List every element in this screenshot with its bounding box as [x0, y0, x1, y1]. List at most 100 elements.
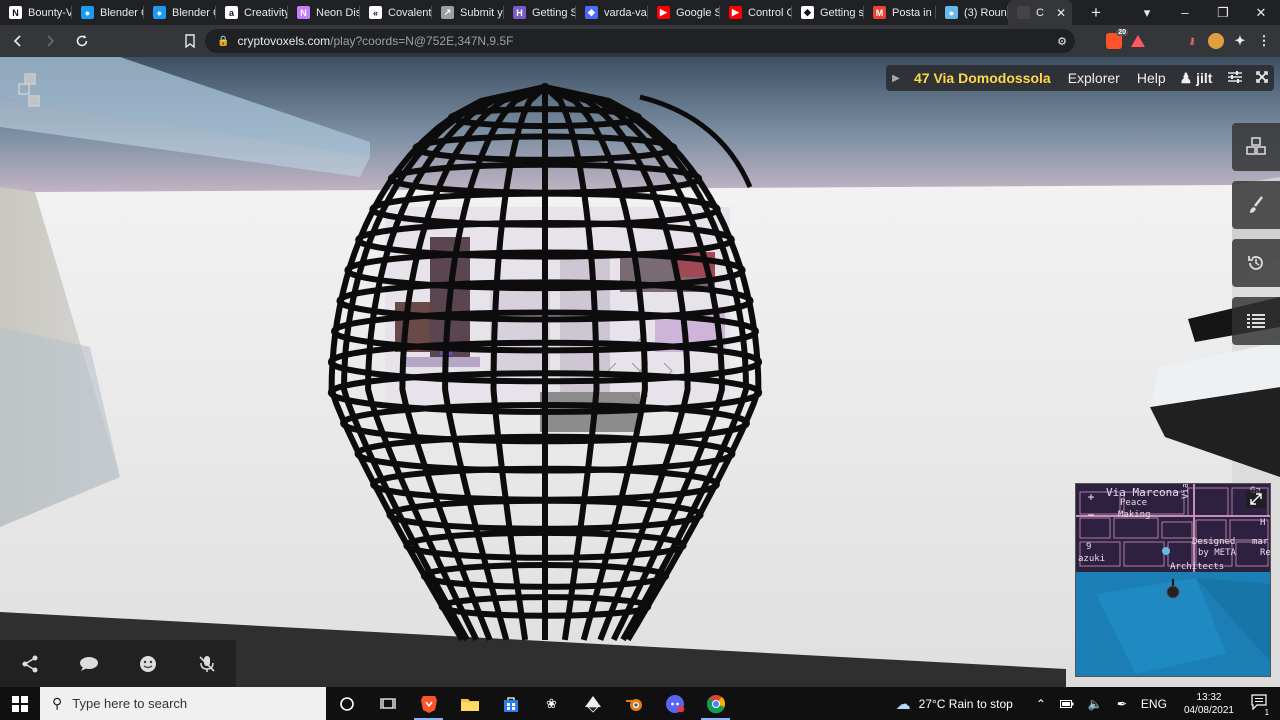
window-controls: ▾ – ❐ ✕ — [1128, 0, 1280, 25]
tab-title: Covalent — [388, 6, 432, 19]
taskbar-app-spider[interactable]: ❀ — [531, 687, 572, 720]
screen: N Bounty-V ● Blender C ● Blender C a Creativity… — [0, 0, 1280, 720]
browser-tab[interactable]: ▶ Google S — [648, 0, 720, 25]
taskbar-blender[interactable] — [613, 687, 654, 720]
browser-tab[interactable]: ◆ varda-va — [576, 0, 648, 25]
volume-icon[interactable]: 🔈 — [1088, 697, 1103, 711]
add-blocks-button[interactable] — [1232, 123, 1280, 171]
address-bar[interactable]: 🔒 cryptovoxels.com/play?coords=N@752E,34… — [205, 29, 1075, 53]
cortana-button[interactable] — [326, 687, 367, 720]
settings-sliders-icon[interactable] — [1228, 70, 1243, 86]
blender-icon — [625, 698, 642, 711]
brave-rewards-icon[interactable] — [1130, 33, 1146, 49]
task-view-icon — [379, 697, 396, 709]
clock-date: 04/08/2021 — [1183, 704, 1234, 716]
cryptovoxels-logo[interactable] — [16, 72, 46, 108]
user-name: jilt — [1196, 69, 1213, 86]
browser-tab[interactable]: ◆ Getting s — [792, 0, 864, 25]
zoom-out-button[interactable]: − — [1082, 508, 1100, 522]
system-tray: ☁ 27°C Rain to stop ⌃ 🔈 ✒ ENG 13:32 04/0… — [896, 687, 1280, 720]
chat-button[interactable] — [59, 656, 118, 672]
expand-map-button[interactable] — [1246, 490, 1266, 508]
map-label: mar — [1252, 537, 1269, 547]
taskbar-brave-browser[interactable] — [408, 687, 449, 720]
browser-tab[interactable]: « Covalent — [360, 0, 432, 25]
user-menu[interactable]: ♟ jilt — [1180, 70, 1213, 87]
cortana-circle-icon — [339, 696, 354, 711]
taskbar-store[interactable] — [490, 687, 531, 720]
lock-icon: 🔒 — [217, 35, 230, 47]
interior-panel — [490, 287, 550, 377]
browser-tab[interactable]: N Neon Dis — [288, 0, 360, 25]
gmail-icon: M — [873, 6, 886, 19]
browser-tab[interactable]: ● Blender C — [72, 0, 144, 25]
list-menu-button[interactable] — [1232, 297, 1280, 345]
bookmark-button[interactable] — [176, 27, 204, 55]
browser-tab[interactable]: ↗ Submit y — [432, 0, 504, 25]
map-label: by META — [1198, 548, 1236, 558]
history-button[interactable] — [1232, 239, 1280, 287]
shields-count-badge: 20 — [1116, 29, 1128, 36]
emote-button[interactable] — [118, 655, 177, 673]
youtube-icon: ▶ — [657, 6, 670, 19]
share-button[interactable] — [0, 655, 59, 673]
brave-shields-icon[interactable]: 20 — [1106, 29, 1128, 49]
user-icon: ♟ — [1179, 69, 1193, 86]
parcel-name-link[interactable]: 47 Via Domodossola — [914, 70, 1051, 86]
folder-icon — [460, 698, 479, 711]
shield-icon: ◆ — [585, 6, 598, 19]
explorer-link[interactable]: Explorer — [1068, 70, 1120, 86]
reload-button[interactable] — [68, 27, 96, 55]
submit-icon: ↗ — [441, 6, 454, 19]
battery-icon[interactable] — [1059, 697, 1074, 711]
input-language[interactable]: ENG — [1141, 697, 1167, 711]
paint-tool-button[interactable] — [1232, 181, 1280, 229]
taskbar-app-inkscape[interactable] — [572, 687, 613, 720]
minimap-canvas[interactable] — [1076, 484, 1271, 677]
reload-icon — [76, 35, 88, 47]
taskbar-chrome[interactable] — [695, 687, 736, 720]
help-link[interactable]: Help — [1137, 70, 1166, 86]
browser-tab[interactable]: N Bounty-V — [0, 0, 72, 25]
menu-dots-icon[interactable]: ⋮ — [1256, 33, 1272, 49]
pen-icon[interactable]: ✒ — [1117, 697, 1127, 711]
close-tab-icon[interactable]: ✕ — [1056, 6, 1066, 20]
browser-tab[interactable]: ● Blender C — [144, 0, 216, 25]
forward-button[interactable] — [36, 27, 64, 55]
browser-tab[interactable]: a Creativity — [216, 0, 288, 25]
close-window-icon[interactable]: ✕ — [1242, 5, 1280, 21]
minimize-icon[interactable]: – — [1166, 5, 1204, 20]
new-tab-button[interactable]: + — [1082, 0, 1110, 25]
taskbar-discord[interactable] — [654, 687, 695, 720]
minimap[interactable]: Via Marcona Ga Peace Making Via D H Desi… — [1075, 483, 1271, 677]
key-extension-icon[interactable]: ⚷ — [1184, 33, 1200, 49]
browser-tab[interactable]: H Getting S — [504, 0, 576, 25]
browser-tab[interactable]: ● (3) Roun — [936, 0, 1008, 25]
profile-dropdown-icon[interactable]: ▾ — [1128, 5, 1166, 21]
browser-tab[interactable]: ▶ Control C — [720, 0, 792, 25]
fullscreen-icon[interactable] — [1256, 70, 1269, 86]
world-viewport[interactable]: ▶ 47 Via Domodossola Explorer Help ♟ jil… — [0, 57, 1280, 687]
show-hidden-icons-chevron-icon[interactable]: ⌃ — [1036, 697, 1046, 711]
extensions-puzzle-icon[interactable]: ✦ — [1232, 33, 1248, 49]
map-label: Peace — [1120, 498, 1148, 508]
taskbar-search-box[interactable]: ⚲ Type here to search — [40, 687, 326, 720]
mute-mic-button[interactable] — [177, 655, 236, 673]
cryptovoxels-icon — [1017, 6, 1030, 19]
maximize-icon[interactable]: ❐ — [1204, 5, 1242, 21]
browser-tab-active[interactable]: C ✕ — [1008, 0, 1072, 25]
expand-arrow-icon[interactable]: ▶ — [886, 73, 906, 84]
taskbar-file-explorer[interactable] — [449, 687, 490, 720]
browser-toolbar: 🔒 cryptovoxels.com/play?coords=N@752E,34… — [0, 25, 1280, 57]
weather-widget[interactable]: ☁ 27°C Rain to stop — [896, 695, 1013, 713]
clock[interactable]: 13:32 04/08/2021 — [1184, 691, 1234, 717]
back-button[interactable] — [4, 27, 32, 55]
browser-tab[interactable]: M Posta in — [864, 0, 936, 25]
cookie-extension-icon[interactable] — [1208, 33, 1224, 49]
task-view-button[interactable] — [367, 687, 408, 720]
discord-icon — [665, 694, 684, 713]
notification-center-button[interactable]: 1 — [1246, 694, 1280, 717]
start-button[interactable] — [0, 687, 40, 720]
zoom-in-button[interactable]: + — [1082, 490, 1100, 504]
site-permission-icon[interactable]: ⚙ — [1057, 35, 1067, 48]
